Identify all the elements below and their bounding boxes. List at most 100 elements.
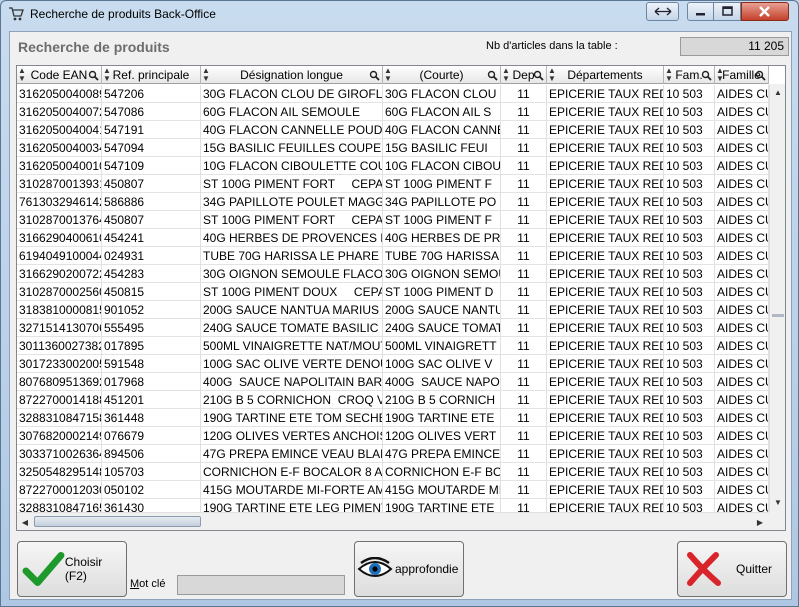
table-row[interactable]: 3162050040041 547191 40G FLACON CANNELLE P… bbox=[17, 121, 769, 139]
cell-famille: AIDES CU bbox=[717, 319, 769, 337]
cell-fam: 10 503 bbox=[664, 409, 715, 427]
close-icon bbox=[759, 6, 770, 17]
column-header-ref-principale[interactable]: ▲ ▼ Ref. principale bbox=[102, 66, 201, 84]
scroll-down-button[interactable]: ▼ bbox=[770, 494, 785, 510]
table-row[interactable]: 7613032946142 586886 34G PAPILLOTE POULET … bbox=[17, 193, 769, 211]
close-button[interactable] bbox=[741, 2, 789, 21]
table-row[interactable]: 3102870013764 450807 ST 100G PIMENT FORT C… bbox=[17, 211, 769, 229]
quit-button[interactable]: Quitter bbox=[677, 541, 787, 597]
table-row[interactable]: 3102870013931 450807 ST 100G PIMENT FORT C… bbox=[17, 175, 769, 193]
cell-designation-longue: 40G HERBES DE PROVENCES BOITE bbox=[201, 229, 383, 247]
cell-famille: AIDES CU bbox=[717, 283, 769, 301]
magnifier-icon[interactable] bbox=[88, 70, 99, 81]
cell-dep: 11 bbox=[501, 373, 547, 391]
table-row[interactable]: 3288310847158 361448 190G TARTINE ETE TOM … bbox=[17, 409, 769, 427]
vertical-scrollbar[interactable]: ▲ ▼ bbox=[769, 84, 785, 512]
cell-designation-courte: TUBE 70G HARISSA bbox=[385, 247, 501, 265]
table-row[interactable]: 6194049100044 024931 TUBE 70G HARISSA LE P… bbox=[17, 247, 769, 265]
cell-code-ean: 6194049100044 bbox=[19, 247, 102, 265]
cell-ref-principale: 361448 bbox=[102, 409, 201, 427]
cell-designation-courte: 30G FLACON CLOU bbox=[383, 85, 501, 103]
cell-code-ean: 3102870002560 bbox=[19, 283, 102, 301]
sort-arrows-icon[interactable]: ▲ ▼ bbox=[716, 67, 724, 83]
magnifier-icon[interactable] bbox=[701, 70, 712, 81]
sort-arrows-icon[interactable]: ▲ ▼ bbox=[502, 67, 510, 83]
sort-arrows-icon[interactable]: ▲ ▼ bbox=[665, 67, 673, 83]
magnifier-icon[interactable] bbox=[533, 70, 544, 81]
table-row[interactable]: 8076809513692 017968 400G SAUCE NAPOLITAIN… bbox=[17, 373, 769, 391]
column-header-dep[interactable]: ▲ ▼ Dep bbox=[501, 66, 547, 84]
scroll-left-button[interactable]: ◀ bbox=[17, 514, 33, 530]
magnifier-icon[interactable] bbox=[487, 70, 498, 81]
column-header-label: (Courte) bbox=[419, 68, 464, 82]
cell-designation-longue: 120G OLIVES VERTES ANCHOIS bbox=[203, 427, 383, 445]
column-header-label: Dep bbox=[512, 68, 535, 82]
table-row[interactable]: 3162050040034 547094 15G BASILIC FEUILLES … bbox=[17, 139, 769, 157]
vertical-scroll-thumb[interactable] bbox=[772, 314, 784, 317]
cell-famille: AIDES CU bbox=[717, 193, 769, 211]
sort-arrows-icon[interactable]: ▲ ▼ bbox=[384, 67, 392, 83]
maximize-button[interactable] bbox=[714, 2, 741, 21]
cell-code-ean: 3033710026364 bbox=[19, 445, 102, 463]
restore-layout-button[interactable] bbox=[646, 2, 679, 21]
column-header-code-ean[interactable]: ▲ ▼ Code EAN bbox=[17, 66, 102, 84]
table-row[interactable]: 3271514130706 555495 240G SAUCE TOMATE BAS… bbox=[17, 319, 769, 337]
scroll-right-button[interactable]: ▶ bbox=[752, 514, 768, 530]
cell-dep: 11 bbox=[501, 247, 547, 265]
magnifier-icon[interactable] bbox=[755, 70, 766, 81]
table-row[interactable]: 3250548295148 105703 CORNICHON E-F BOCALOR… bbox=[17, 463, 769, 481]
keyword-input[interactable] bbox=[177, 575, 345, 595]
table-row[interactable]: 3183810000815 901052 200G SAUCE NANTUA MAR… bbox=[17, 301, 769, 319]
table-row[interactable]: 8722700012030 050102 415G MOUTARDE MI-FORT… bbox=[17, 481, 769, 499]
cell-fam: 10 503 bbox=[664, 175, 715, 193]
cell-designation-courte: 10G FLACON CIBOU bbox=[385, 157, 501, 175]
cell-designation-longue: 60G FLACON AIL SEMOULE bbox=[201, 103, 383, 121]
column-header-designation-courte[interactable]: ▲ ▼ (Courte) bbox=[383, 66, 501, 84]
column-header-fam[interactable]: ▲ ▼ Fam. bbox=[664, 66, 715, 84]
cell-departements: EPICERIE TAUX REDU bbox=[549, 247, 664, 265]
cell-famille: AIDES CU bbox=[717, 121, 769, 139]
table-row[interactable]: 3166290200722 454283 30G OIGNON SEMOULE FL… bbox=[17, 265, 769, 283]
scroll-up-button[interactable]: ▲ bbox=[770, 84, 785, 100]
table-row[interactable]: 3162050040089 547206 30G FLACON CLOU DE GI… bbox=[17, 85, 769, 103]
minimize-button[interactable] bbox=[687, 2, 714, 21]
cell-departements: EPICERIE TAUX REDU bbox=[549, 175, 664, 193]
cell-designation-courte: ST 100G PIMENT F bbox=[383, 175, 501, 193]
sort-arrows-icon[interactable]: ▲ ▼ bbox=[202, 67, 210, 83]
table-row[interactable]: 3102870002560 450815 ST 100G PIMENT DOUX C… bbox=[17, 283, 769, 301]
horizontal-scroll-thumb[interactable] bbox=[34, 516, 201, 527]
horizontal-scrollbar[interactable]: ◀ ▶ bbox=[17, 512, 769, 530]
column-header-departements[interactable]: ▲ ▼ Départements bbox=[547, 66, 664, 84]
table-row[interactable]: 3017233002005 591548 100G SAC OLIVE VERTE … bbox=[17, 355, 769, 373]
sort-arrows-icon[interactable]: ▲ ▼ bbox=[18, 67, 26, 83]
cell-dep: 11 bbox=[501, 175, 547, 193]
table-row[interactable]: 3011360027382 017895 500ML VINAIGRETTE NAT… bbox=[17, 337, 769, 355]
cell-ref-principale: 024931 bbox=[102, 247, 201, 265]
sort-arrows-icon[interactable]: ▲ ▼ bbox=[103, 67, 111, 83]
table-row[interactable]: 3162050040010 547109 10G FLACON CIBOULETTE… bbox=[17, 157, 769, 175]
cell-designation-courte: 40G HERBES DE PR bbox=[385, 229, 501, 247]
choose-button[interactable]: Choisir (F2) bbox=[17, 541, 127, 597]
cell-code-ean: 8722700014188 bbox=[19, 391, 102, 409]
cell-famille: AIDES CU bbox=[717, 481, 769, 499]
cell-designation-longue: ST 100G PIMENT FORT CEPASCO bbox=[203, 175, 383, 193]
column-header-designation-longue[interactable]: ▲ ▼ Désignation longue bbox=[201, 66, 383, 84]
cell-fam: 10 503 bbox=[664, 283, 715, 301]
column-header-famille[interactable]: ▲ ▼ Famille bbox=[715, 66, 769, 84]
table-row[interactable]: 3162050040072 547086 60G FLACON AIL SEMOUL… bbox=[17, 103, 769, 121]
table-row[interactable]: 3076820002149 076679 120G OLIVES VERTES AN… bbox=[17, 427, 769, 445]
cell-ref-principale: 451201 bbox=[102, 391, 201, 409]
table-row[interactable]: 8722700014188 451201 210G B 5 CORNICHON CR… bbox=[17, 391, 769, 409]
cell-ref-principale: 450815 bbox=[102, 283, 201, 301]
cell-dep: 11 bbox=[501, 445, 547, 463]
table-row[interactable]: 3033710026364 894506 47G PREPA EMINCE VEAU… bbox=[17, 445, 769, 463]
table-row[interactable]: 3166290400610 454241 40G HERBES DE PROVENC… bbox=[17, 229, 769, 247]
deep-search-button[interactable]: approfondie bbox=[354, 541, 464, 597]
cell-designation-courte: CORNICHON E-F BO bbox=[385, 463, 501, 481]
cell-designation-longue: 15G BASILIC FEUILLES COUPEES bbox=[203, 139, 383, 157]
sort-arrows-icon[interactable]: ▲ ▼ bbox=[548, 67, 556, 83]
cell-dep: 11 bbox=[501, 121, 547, 139]
cell-designation-longue: 415G MOUTARDE MI-FORTE AMORA bbox=[201, 481, 383, 499]
cell-famille: AIDES CU bbox=[717, 85, 769, 103]
magnifier-icon[interactable] bbox=[369, 70, 380, 81]
